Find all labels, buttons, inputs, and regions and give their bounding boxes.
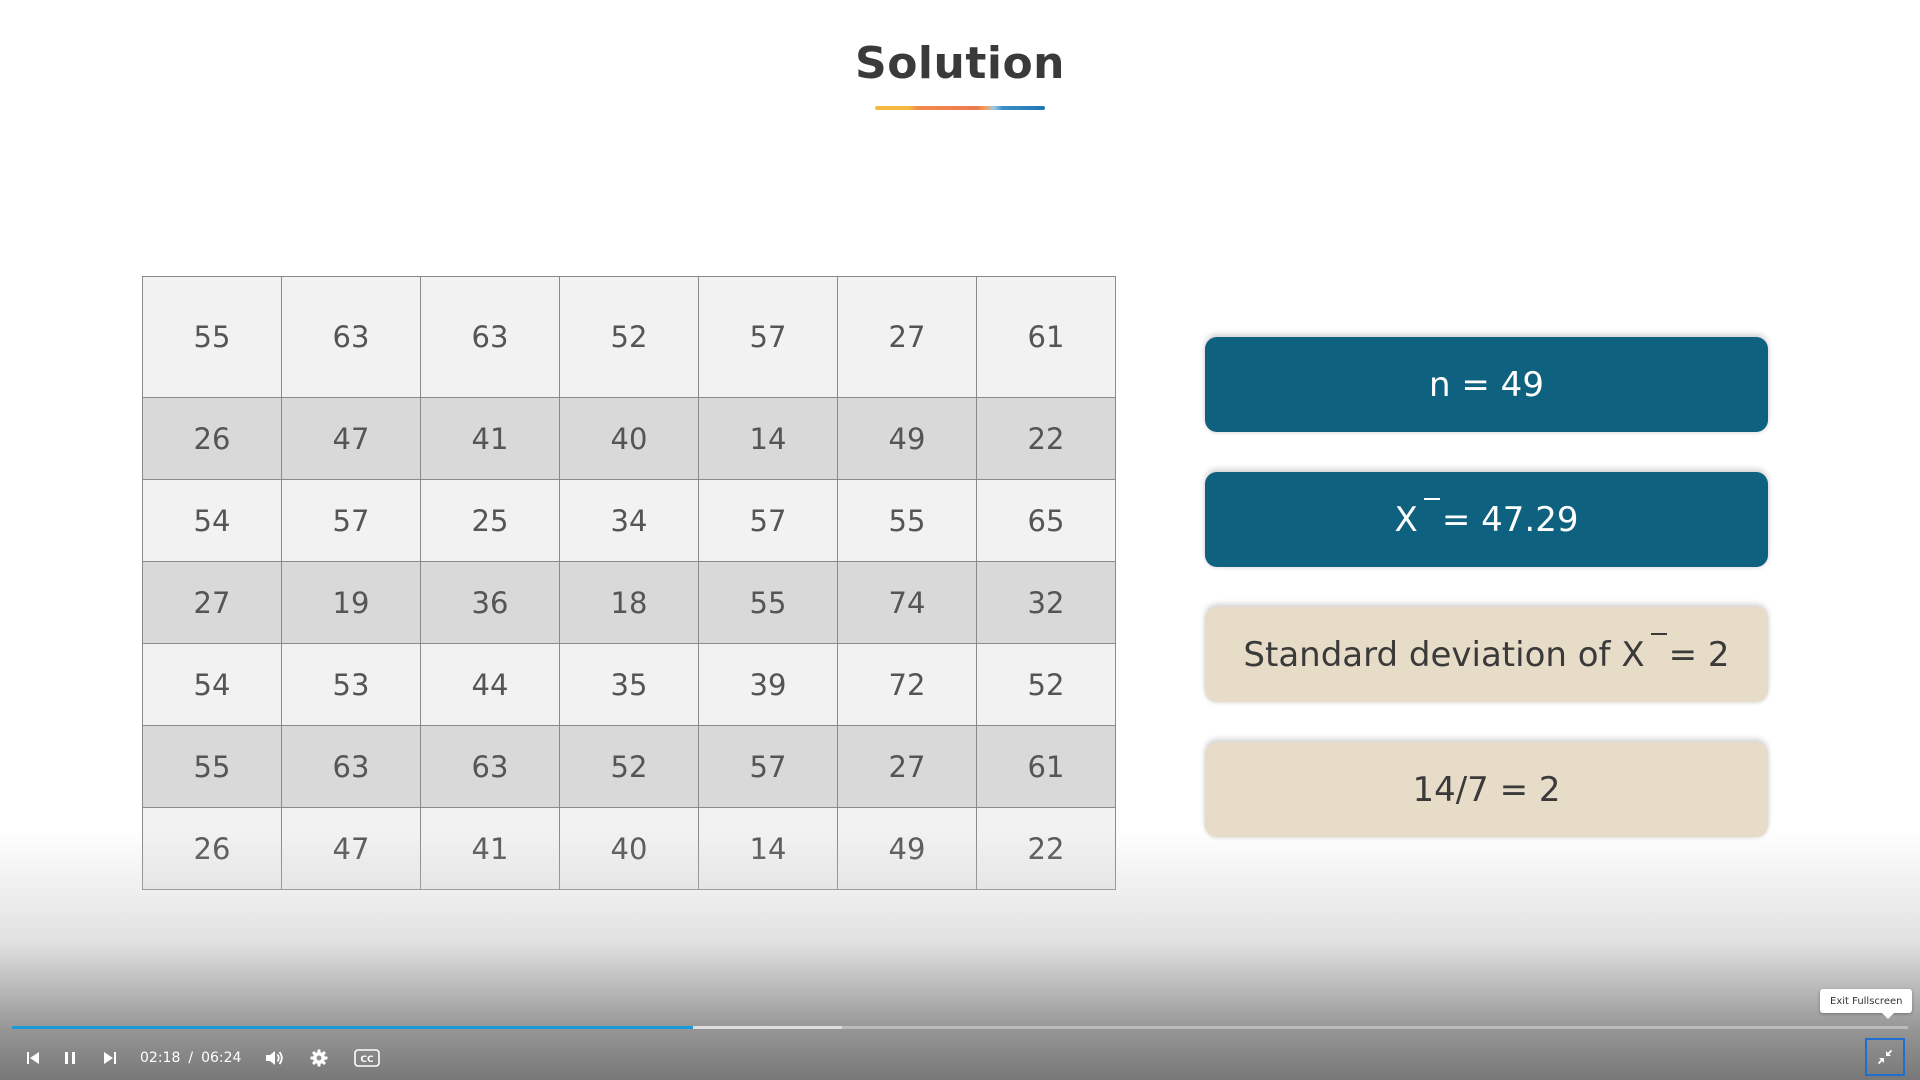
mean-box: X = 47.29 xyxy=(1205,472,1768,567)
exit-fullscreen-icon xyxy=(1877,1049,1893,1065)
table-cell: 41 xyxy=(420,397,560,480)
table-cell: 25 xyxy=(420,479,560,562)
table-cell: 14 xyxy=(698,807,838,890)
table-cell: 57 xyxy=(698,276,838,398)
table-cell: 39 xyxy=(698,643,838,726)
table-cell: 55 xyxy=(837,479,977,562)
sample-size-box: n = 49 xyxy=(1205,337,1768,432)
standard-deviation-box: Standard deviation of X = 2 xyxy=(1205,607,1768,702)
table-cell: 22 xyxy=(976,807,1116,890)
table-cell: 35 xyxy=(559,643,699,726)
table-cell: 57 xyxy=(281,479,421,562)
title-underline xyxy=(875,106,1045,110)
table-row: 54 53 44 35 39 72 52 xyxy=(142,643,1116,726)
current-time: 02:18 xyxy=(140,1050,181,1066)
table-cell: 52 xyxy=(559,276,699,398)
video-slide: Solution 55 63 63 52 57 27 61 26 47 41 40 14 49 22 54 5… xyxy=(0,0,1920,1080)
table-cell: 27 xyxy=(142,561,282,644)
table-cell: 26 xyxy=(142,397,282,480)
table-cell: 27 xyxy=(837,725,977,808)
table-cell: 19 xyxy=(281,561,421,644)
table-row: 26 47 41 40 14 49 22 xyxy=(142,397,1116,480)
table-cell: 63 xyxy=(281,725,421,808)
table-cell: 57 xyxy=(698,725,838,808)
time-display: 02:18 / 06:24 xyxy=(140,1050,241,1066)
pause-button[interactable] xyxy=(50,1050,90,1066)
table-row: 26 47 41 40 14 49 22 xyxy=(142,807,1116,890)
table-cell: 54 xyxy=(142,643,282,726)
table-cell: 65 xyxy=(976,479,1116,562)
table-cell: 26 xyxy=(142,807,282,890)
exit-fullscreen-button[interactable] xyxy=(1865,1038,1905,1076)
captions-label: CC xyxy=(361,1055,375,1065)
table-cell: 72 xyxy=(837,643,977,726)
table-cell: 18 xyxy=(559,561,699,644)
previous-button[interactable] xyxy=(16,1050,50,1066)
next-button[interactable] xyxy=(90,1050,130,1066)
skip-next-icon xyxy=(104,1052,116,1064)
exit-fullscreen-tooltip: Exit Fullscreen xyxy=(1820,989,1913,1019)
sample-size-text: n = 49 xyxy=(1429,364,1544,405)
table-cell: 40 xyxy=(559,807,699,890)
x-bar-symbol: X xyxy=(1394,497,1441,540)
table-cell: 57 xyxy=(698,479,838,562)
captions-button[interactable]: CC xyxy=(341,1049,393,1067)
table-cell: 49 xyxy=(837,807,977,890)
table-cell: 63 xyxy=(420,725,560,808)
volume-button[interactable] xyxy=(253,1049,297,1067)
table-cell: 14 xyxy=(698,397,838,480)
table-cell: 74 xyxy=(837,561,977,644)
table-cell: 55 xyxy=(698,561,838,644)
settings-button[interactable] xyxy=(297,1049,341,1067)
mean-value-text: = 47.29 xyxy=(1441,499,1579,540)
table-cell: 32 xyxy=(976,561,1116,644)
data-table: 55 63 63 52 57 27 61 26 47 41 40 14 49 22 54 57 25 34 57 55… xyxy=(142,276,1116,890)
table-cell: 47 xyxy=(281,807,421,890)
table-cell: 41 xyxy=(420,807,560,890)
table-cell: 22 xyxy=(976,397,1116,480)
table-cell: 63 xyxy=(420,276,560,398)
table-row: 55 63 63 52 57 27 61 xyxy=(142,725,1116,808)
table-cell: 63 xyxy=(281,276,421,398)
volume-icon xyxy=(266,1051,284,1065)
progress-bar[interactable] xyxy=(12,1026,1908,1029)
table-cell: 52 xyxy=(559,725,699,808)
table-cell: 40 xyxy=(559,397,699,480)
table-cell: 47 xyxy=(281,397,421,480)
skip-previous-icon xyxy=(27,1052,39,1064)
ratio-box: 14/7 = 2 xyxy=(1205,742,1768,837)
closed-captions-icon: CC xyxy=(354,1049,381,1067)
standard-deviation-value: = 2 xyxy=(1668,634,1730,675)
duration: 06:24 xyxy=(201,1050,242,1066)
table-cell: 61 xyxy=(976,276,1116,398)
time-separator: / xyxy=(188,1050,194,1066)
table-cell: 54 xyxy=(142,479,282,562)
table-cell: 49 xyxy=(837,397,977,480)
gear-icon xyxy=(310,1049,328,1067)
player-controls: 02:18 / 06:24 CC xyxy=(0,1040,1920,1076)
progress-played xyxy=(12,1026,693,1029)
table-row: 55 63 63 52 57 27 61 xyxy=(142,276,1116,398)
table-cell: 61 xyxy=(976,725,1116,808)
table-cell: 27 xyxy=(837,276,977,398)
table-cell: 34 xyxy=(559,479,699,562)
table-row: 54 57 25 34 57 55 65 xyxy=(142,479,1116,562)
table-row: 27 19 36 18 55 74 32 xyxy=(142,561,1116,644)
pause-icon xyxy=(65,1052,75,1064)
table-cell: 44 xyxy=(420,643,560,726)
ratio-text: 14/7 = 2 xyxy=(1412,769,1561,810)
table-cell: 52 xyxy=(976,643,1116,726)
table-cell: 55 xyxy=(142,276,282,398)
table-cell: 55 xyxy=(142,725,282,808)
table-cell: 53 xyxy=(281,643,421,726)
standard-deviation-prefix: Standard deviation of X xyxy=(1243,632,1667,675)
table-cell: 36 xyxy=(420,561,560,644)
slide-title: Solution xyxy=(855,38,1065,89)
